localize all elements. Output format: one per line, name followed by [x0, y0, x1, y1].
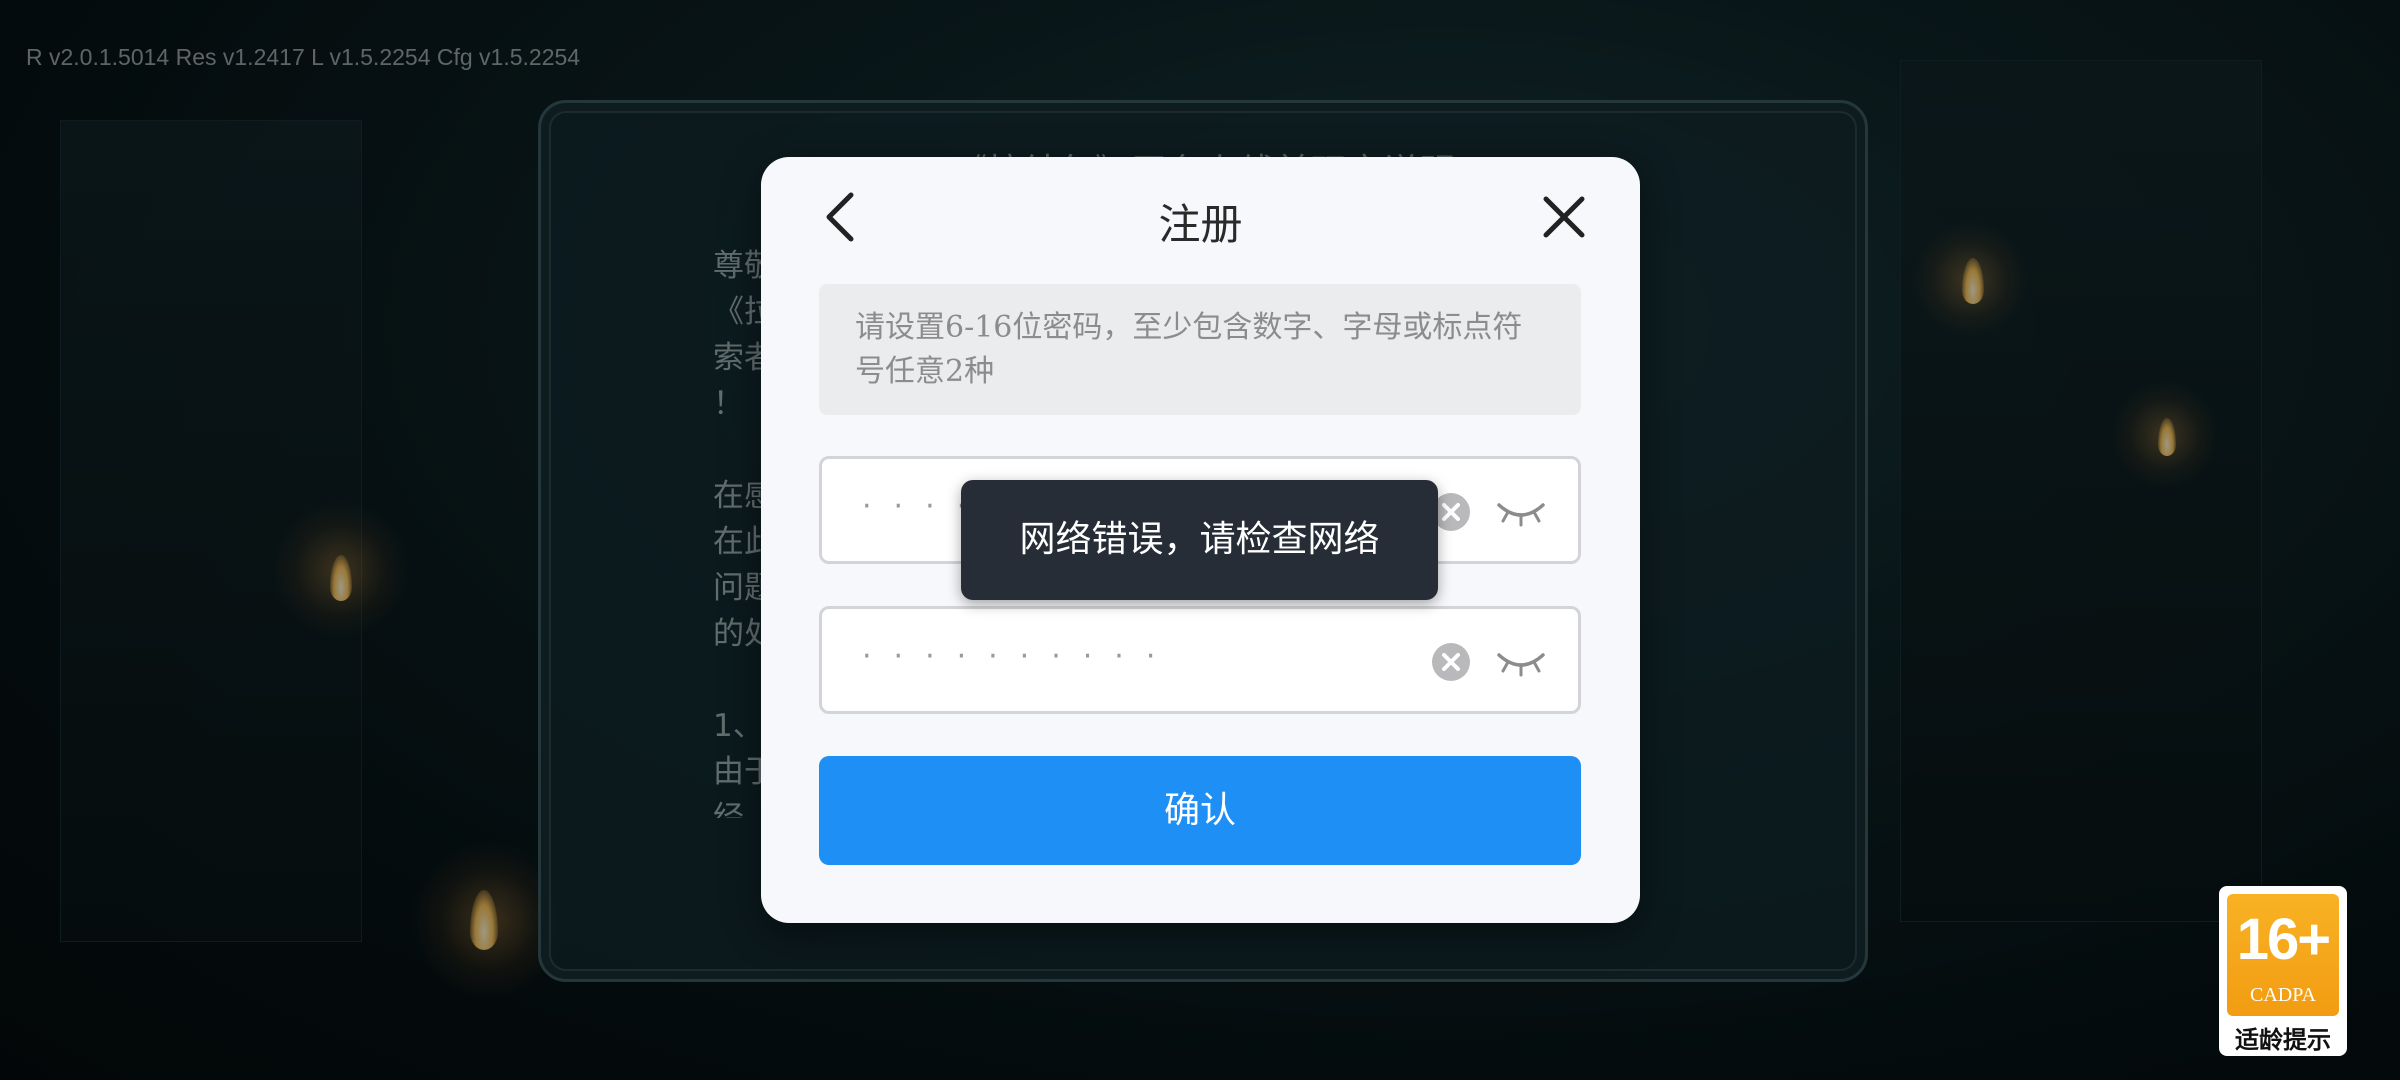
clear-x-glyph [1442, 653, 1460, 671]
confirm-password-field[interactable]: ·········· [819, 606, 1581, 714]
password-value: ·········· [862, 639, 1178, 674]
age-rating-number: 16+ [2236, 907, 2331, 972]
age-rating-logo: 16+ CADPA [2227, 894, 2339, 1016]
error-toast: 网络错误，请检查网络 [961, 480, 1438, 600]
age-rating-org: CADPA [2250, 984, 2316, 1006]
eye-closed-icon[interactable] [1495, 641, 1547, 681]
clear-icon[interactable] [1432, 643, 1470, 681]
close-button[interactable] [1534, 187, 1594, 247]
close-icon [1543, 196, 1585, 238]
game-screen: R v2.0.1.5014 Res v1.2417 L v1.5.2254 Cf… [0, 0, 2400, 1080]
password-hint: 请设置6-16位密码，至少包含数字、字母或标点符号任意2种 [819, 284, 1581, 415]
dialog-title: 注册 [1158, 200, 1243, 249]
eye-closed-icon[interactable] [1495, 491, 1547, 531]
age-rating-badge[interactable]: 16+ CADPA 适龄提示 [2219, 886, 2347, 1056]
age-rating-caption: 适龄提示 [2235, 1026, 2331, 1054]
confirm-button[interactable]: 确认 [819, 756, 1581, 865]
